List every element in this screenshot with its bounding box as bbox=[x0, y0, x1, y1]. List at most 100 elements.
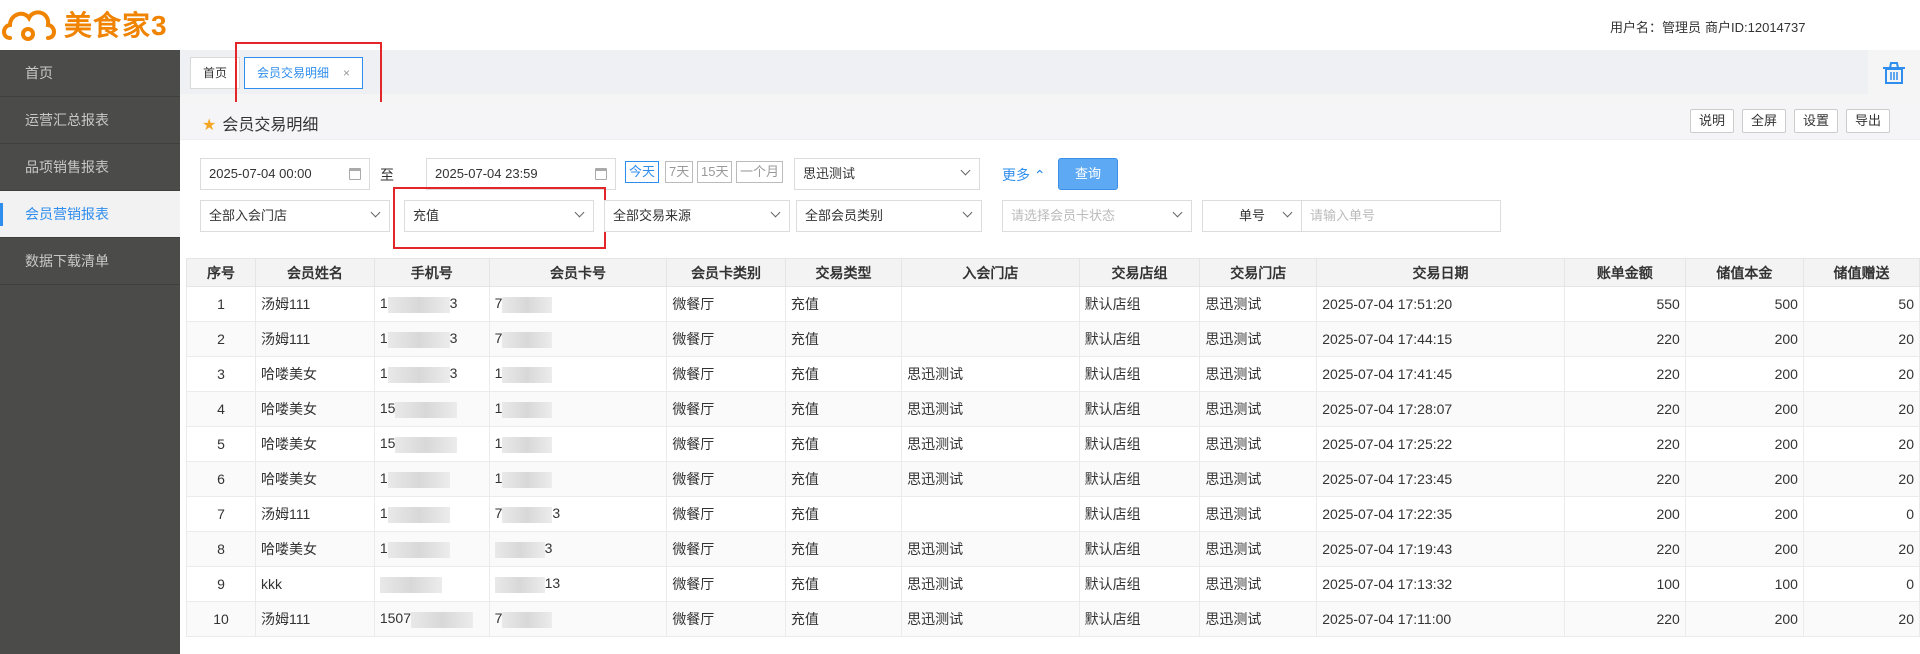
table-cell-name: 哈喽美女 bbox=[255, 391, 375, 427]
table-cell-date: 2025-07-04 17:28:07 bbox=[1316, 391, 1565, 427]
help-button[interactable]: 说明 bbox=[1689, 109, 1734, 133]
close-icon[interactable]: × bbox=[343, 66, 350, 80]
table-cell-name: 汤姆111 bbox=[255, 321, 375, 357]
settings-button[interactable]: 设置 bbox=[1793, 109, 1838, 133]
header-buttons: 说明 全屏 设置 导出 bbox=[1689, 109, 1890, 133]
table-cell-type: 充值 bbox=[784, 391, 903, 427]
table-row[interactable]: 10 汤姆111 1507 7 微餐厅 充值 思迅测试 默认店组 思迅测试 2025-07-04 … bbox=[185, 601, 1920, 637]
redacted-mask bbox=[379, 576, 442, 593]
table-cell-no: 5 bbox=[185, 426, 257, 462]
transaction-type-select[interactable]: 充值 bbox=[404, 200, 594, 232]
card-visible-prefix: 1 bbox=[494, 470, 503, 487]
end-date-value: 2025-07-04 23:59 bbox=[435, 166, 538, 181]
table-row[interactable]: 7 汤姆111 1 7 3 微餐厅 充值 默认店组 思迅测试 2025-07-04 17:22:3… bbox=[185, 496, 1920, 532]
table-cell-amount: 220 bbox=[1563, 321, 1686, 357]
redacted-mask bbox=[502, 366, 553, 383]
table-cell-principal: 200 bbox=[1684, 356, 1804, 392]
table-cell-phone: 1 bbox=[373, 531, 490, 567]
order-field-select[interactable]: 单号 bbox=[1202, 200, 1302, 232]
table-cell-card-type: 微餐厅 bbox=[666, 566, 786, 602]
table-row[interactable]: 9 kkk 13 微餐厅 充值 思迅测试 默认店组 思迅测试 2025-07-04 17:13:… bbox=[185, 566, 1920, 602]
table-cell-type: 充值 bbox=[784, 286, 903, 322]
table-row[interactable]: 2 汤姆111 1 3 7 微餐厅 充值 默认店组 思迅测试 2025-07-04 17:44:1… bbox=[185, 321, 1920, 357]
column-header[interactable]: 序号 bbox=[185, 258, 257, 287]
phone-visible-prefix: 15 bbox=[379, 435, 396, 452]
column-header[interactable]: 会员姓名 bbox=[255, 258, 375, 287]
column-header[interactable]: 手机号 bbox=[373, 258, 490, 287]
column-header[interactable]: 入会门店 bbox=[901, 258, 1080, 287]
table-cell-amount: 220 bbox=[1563, 601, 1686, 637]
quick-15days-button[interactable]: 15天 bbox=[697, 161, 733, 183]
more-label: 更多 bbox=[1002, 167, 1030, 183]
table-cell-card-type: 微餐厅 bbox=[666, 391, 786, 427]
redacted-mask bbox=[502, 331, 553, 348]
transaction-source-value: 全部交易来源 bbox=[613, 208, 692, 223]
table-cell-name: 哈喽美女 bbox=[255, 426, 375, 462]
table-row[interactable]: 6 哈喽美女 1 1 微餐厅 充值 思迅测试 默认店组 思迅测试 2025-07-04 17:23… bbox=[185, 461, 1920, 497]
sidebar-item-item-sales[interactable]: 品项销售报表 bbox=[0, 144, 180, 191]
table-row[interactable]: 5 哈喽美女 15 1 微餐厅 充值 思迅测试 默认店组 思迅测试 2025-07-04 17:2… bbox=[185, 426, 1920, 462]
order-number-input[interactable]: 请输入单号 bbox=[1301, 200, 1501, 232]
table-cell-amount: 220 bbox=[1563, 531, 1686, 567]
table-cell-join-store bbox=[901, 286, 1080, 322]
table-cell-date: 2025-07-04 17:41:45 bbox=[1316, 356, 1565, 392]
tab-member-transactions[interactable]: 会员交易明细 × bbox=[244, 57, 364, 89]
tab-home[interactable]: 首页 bbox=[190, 57, 241, 89]
phone-visible-prefix: 1 bbox=[379, 505, 388, 522]
end-date-input[interactable]: 2025-07-04 23:59 bbox=[426, 158, 616, 190]
table-cell-group: 默认店组 bbox=[1078, 356, 1201, 392]
sidebar-item-home[interactable]: 首页 bbox=[0, 50, 180, 97]
redacted-mask bbox=[395, 436, 458, 453]
redacted-mask bbox=[411, 611, 474, 628]
column-header[interactable]: 账单金额 bbox=[1563, 258, 1686, 287]
column-header[interactable]: 交易类型 bbox=[784, 258, 903, 287]
quick-month-button[interactable]: 一个月 bbox=[736, 161, 784, 183]
quick-7days-button[interactable]: 7天 bbox=[665, 161, 694, 183]
more-filters-toggle[interactable]: 更多 ⌃ bbox=[1002, 165, 1046, 185]
column-header[interactable]: 会员卡类别 bbox=[666, 258, 786, 287]
card-type-select[interactable]: 全部会员类别 bbox=[796, 200, 982, 232]
table-row[interactable]: 4 哈喽美女 15 1 微餐厅 充值 思迅测试 默认店组 思迅测试 2025-07-04 17:2… bbox=[185, 391, 1920, 427]
column-header[interactable]: 会员卡号 bbox=[488, 258, 668, 287]
table-row[interactable]: 1 汤姆111 1 3 7 微餐厅 充值 默认店组 思迅测试 2025-07-04 17:51:2… bbox=[185, 286, 1920, 322]
sidebar-item-member-marketing[interactable]: 会员营销报表 bbox=[0, 191, 180, 238]
query-button[interactable]: 查询 bbox=[1058, 158, 1118, 190]
export-button[interactable]: 导出 bbox=[1845, 109, 1890, 133]
card-visible-suffix: 3 bbox=[552, 505, 561, 522]
table-cell-card: 1 bbox=[488, 426, 668, 462]
column-header[interactable]: 储值赠送 bbox=[1802, 258, 1920, 287]
card-status-select[interactable]: 请选择会员卡状态 bbox=[1002, 200, 1192, 232]
table-cell-no: 2 bbox=[185, 321, 257, 357]
column-header[interactable]: 交易门店 bbox=[1199, 258, 1318, 287]
table-cell-store: 思迅测试 bbox=[1199, 286, 1318, 322]
table-row[interactable]: 3 哈喽美女 1 3 1 微餐厅 充值 思迅测试 默认店组 思迅测试 2025-07-04 17:4… bbox=[185, 356, 1920, 392]
fullscreen-button[interactable]: 全屏 bbox=[1741, 109, 1786, 133]
app-logo[interactable]: 美食家3 bbox=[0, 2, 168, 46]
sidebar-item-downloads[interactable]: 数据下载清单 bbox=[0, 238, 180, 285]
column-header[interactable]: 交易日期 bbox=[1316, 258, 1565, 287]
join-store-select[interactable]: 全部入会门店 bbox=[200, 200, 390, 232]
table-row[interactable]: 8 哈喽美女 1 3 微餐厅 充值 思迅测试 默认店组 思迅测试 2025-07-04 17:19… bbox=[185, 531, 1920, 567]
table-cell-amount: 100 bbox=[1563, 566, 1686, 602]
column-header[interactable]: 交易店组 bbox=[1078, 258, 1201, 287]
start-date-input[interactable]: 2025-07-04 00:00 bbox=[200, 158, 370, 190]
transactions-table: 序号 会员姓名 手机号 会员卡号 会员卡类别 交易类型 入会门店 交易店组 交易… bbox=[185, 258, 1920, 637]
phone-visible-suffix: 3 bbox=[449, 330, 458, 347]
sidebar-item-operations[interactable]: 运营汇总报表 bbox=[0, 97, 180, 144]
table-cell-store: 思迅测试 bbox=[1199, 426, 1318, 462]
phone-visible-prefix: 1 bbox=[379, 330, 388, 347]
quick-today-button[interactable]: 今天 bbox=[625, 161, 660, 183]
redacted-mask bbox=[387, 506, 450, 523]
table-cell-group: 默认店组 bbox=[1078, 531, 1201, 567]
column-header[interactable]: 储值本金 bbox=[1684, 258, 1804, 287]
table-cell-card: 73 bbox=[488, 496, 668, 532]
trash-icon[interactable] bbox=[1880, 60, 1908, 86]
table-cell-principal: 500 bbox=[1684, 286, 1804, 322]
table-cell-date: 2025-07-04 17:25:22 bbox=[1316, 426, 1565, 462]
redacted-mask bbox=[494, 541, 545, 558]
store-select[interactable]: 思迅测试 bbox=[794, 158, 980, 190]
table-cell-amount: 220 bbox=[1563, 461, 1686, 497]
transaction-source-select[interactable]: 全部交易来源 bbox=[604, 200, 790, 232]
table-cell-principal: 200 bbox=[1684, 461, 1804, 497]
table-cell-name: 汤姆111 bbox=[255, 601, 375, 637]
